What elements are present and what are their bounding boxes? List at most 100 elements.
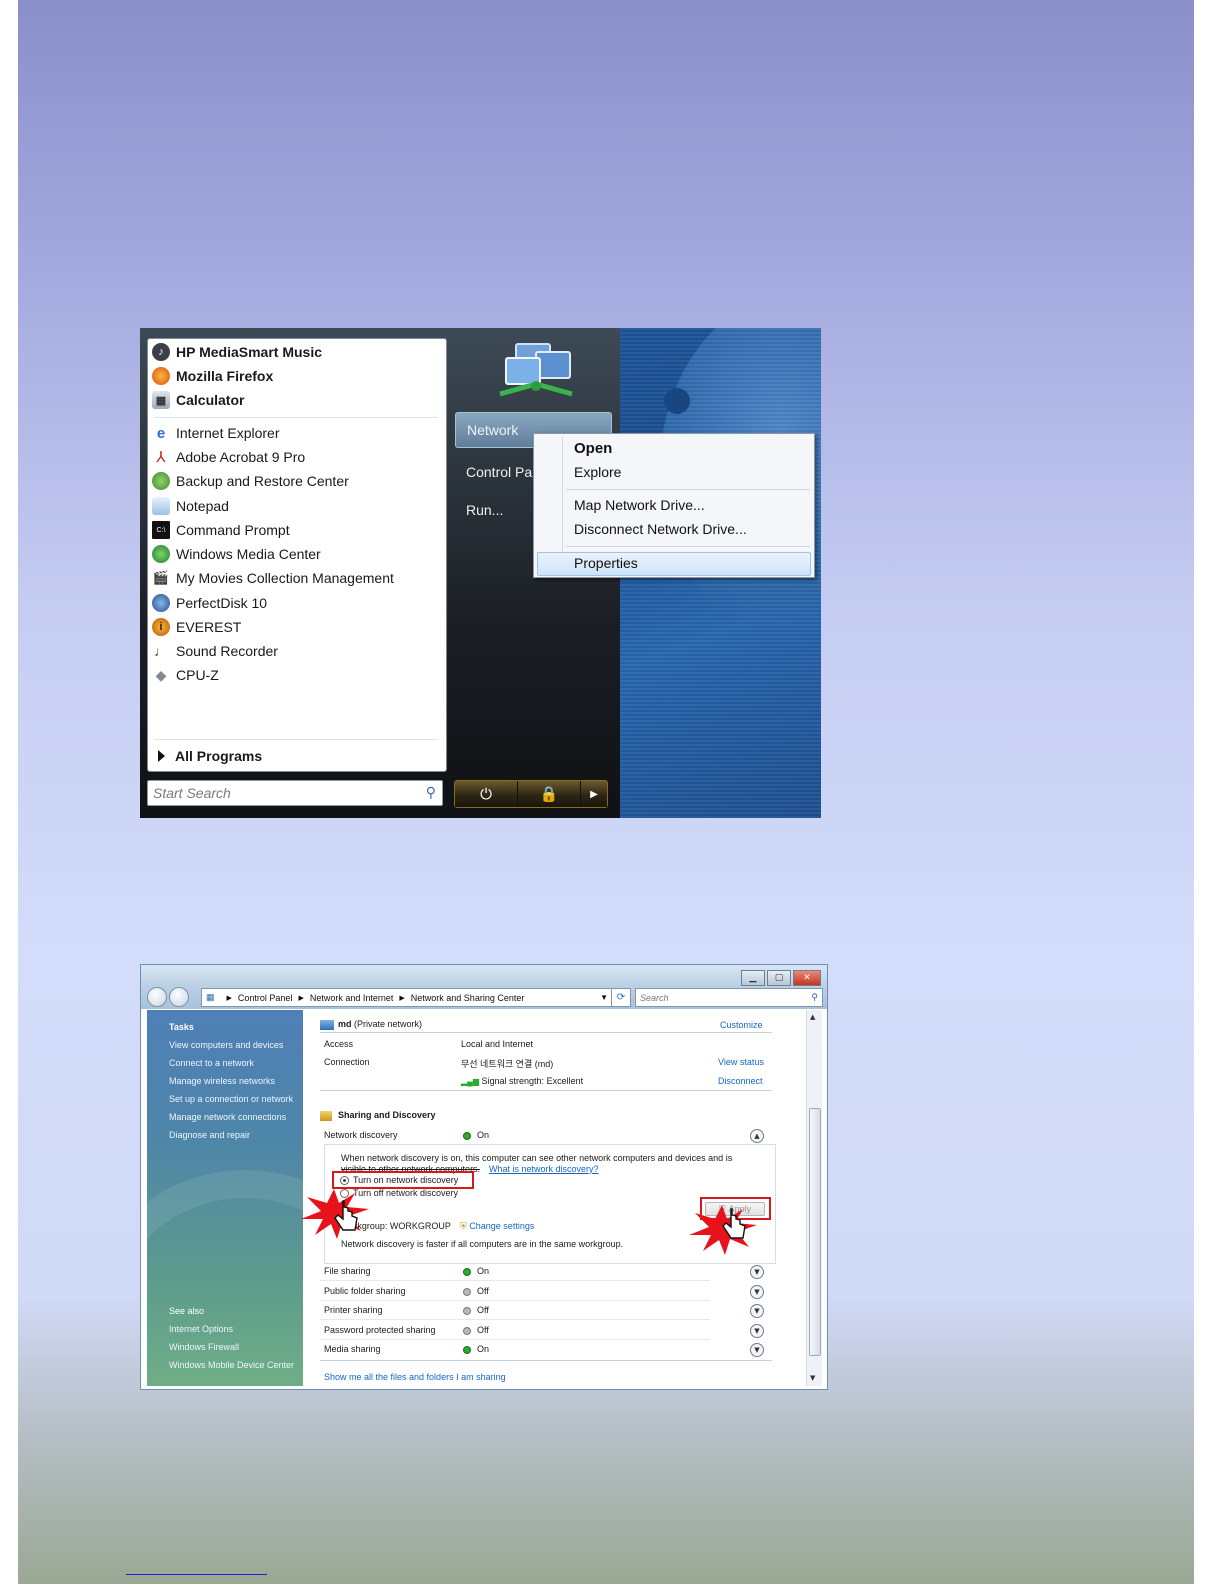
start-item-cpuz[interactable]: ◆ CPU-Z xyxy=(152,664,219,686)
chevron-down-icon[interactable]: ▼ xyxy=(750,1265,764,1279)
start-item-movies[interactable]: 🎬 My Movies Collection Management xyxy=(152,567,394,589)
status-off-icon xyxy=(463,1306,471,1315)
media-sharing-value: On xyxy=(477,1344,490,1354)
context-explore[interactable]: Explore xyxy=(574,461,621,483)
breadcrumb-network-sharing-center[interactable]: Network and Sharing Center xyxy=(411,993,525,1003)
start-item-label: Sound Recorder xyxy=(176,643,278,659)
control-panel-menu-item[interactable]: Control Pa xyxy=(455,457,532,487)
divider xyxy=(320,1339,710,1340)
hp-mediasmart-icon: ♪ xyxy=(152,343,170,361)
command-prompt-icon: C:\ xyxy=(152,521,170,539)
task-view-computers[interactable]: View computers and devices xyxy=(169,1040,283,1050)
divider xyxy=(320,1280,710,1281)
window-controls: ▁ ▢ ✕ xyxy=(739,970,821,986)
minimize-button[interactable]: ▁ xyxy=(741,970,765,986)
start-search-placeholder: Start Search xyxy=(153,785,231,801)
breadcrumb-control-panel[interactable]: Control Panel xyxy=(238,993,293,1003)
refresh-button[interactable]: ⟳ xyxy=(611,988,631,1007)
lock-button[interactable]: 🔒 xyxy=(518,781,581,807)
see-also-title: See also xyxy=(169,1306,205,1316)
task-manage-connections[interactable]: Manage network connections xyxy=(169,1112,286,1122)
shutdown-options-button[interactable]: ▶ xyxy=(581,781,607,807)
chevron-down-icon[interactable]: ▼ xyxy=(750,1324,764,1338)
network-name: md xyxy=(338,1019,352,1029)
start-menu-divider xyxy=(154,417,438,418)
context-disconnect-network-drive[interactable]: Disconnect Network Drive... xyxy=(574,518,747,540)
start-item-calculator[interactable]: ▦ Calculator xyxy=(152,389,244,411)
movies-icon: 🎬 xyxy=(152,570,170,585)
context-properties[interactable]: Properties xyxy=(574,552,638,574)
vertical-scrollbar[interactable]: ▲ ▼ xyxy=(806,1010,822,1386)
close-button[interactable]: ✕ xyxy=(793,970,821,986)
start-item-firefox[interactable]: Mozilla Firefox xyxy=(152,365,273,387)
media-sharing-status: On xyxy=(463,1344,489,1354)
start-menu-programs-pane: ♪ HP MediaSmart Music Mozilla Firefox ▦ … xyxy=(147,338,447,772)
show-shared-files-link[interactable]: Show me all the files and folders I am s… xyxy=(324,1372,506,1382)
start-item-label: EVEREST xyxy=(176,619,242,635)
disconnect-link[interactable]: Disconnect xyxy=(718,1076,763,1086)
window-search-input[interactable]: Search ⚲ xyxy=(635,988,823,1007)
start-item-internet-explorer[interactable]: e Internet Explorer xyxy=(152,422,280,444)
scroll-down-icon[interactable]: ▼ xyxy=(810,1374,815,1382)
forward-button[interactable] xyxy=(169,987,189,1007)
network-context-menu: Open Explore Map Network Drive... Discon… xyxy=(533,433,815,578)
start-item-label: CPU-Z xyxy=(176,667,219,683)
start-item-backup[interactable]: Backup and Restore Center xyxy=(152,470,349,492)
printer-sharing-label: Printer sharing xyxy=(324,1305,383,1315)
media-sharing-label: Media sharing xyxy=(324,1344,381,1354)
start-item-notepad[interactable]: Notepad xyxy=(152,495,229,517)
see-also-windows-firewall[interactable]: Windows Firewall xyxy=(169,1342,239,1352)
task-diagnose-repair[interactable]: Diagnose and repair xyxy=(169,1130,250,1140)
divider xyxy=(320,1319,710,1320)
maximize-button[interactable]: ▢ xyxy=(767,970,791,986)
start-item-command-prompt[interactable]: C:\ Command Prompt xyxy=(152,519,290,541)
context-open[interactable]: Open xyxy=(574,437,612,459)
signal-strength: ▂▄▆ Signal strength: Excellent xyxy=(461,1076,583,1086)
connection-label: Connection xyxy=(324,1057,370,1067)
task-connect-network[interactable]: Connect to a network xyxy=(169,1058,254,1068)
start-item-acrobat[interactable]: ⅄ Adobe Acrobat 9 Pro xyxy=(152,446,305,468)
back-button[interactable] xyxy=(147,987,167,1007)
breadcrumb-network-and-internet[interactable]: Network and Internet xyxy=(310,993,394,1003)
start-search-input[interactable]: Start Search ⚲ xyxy=(147,780,443,806)
start-item-hp-mediasmart[interactable]: ♪ HP MediaSmart Music xyxy=(152,341,322,363)
power-button[interactable]: ⏻ xyxy=(455,781,518,807)
file-sharing-label: File sharing xyxy=(324,1266,371,1276)
network-discovery-value: On xyxy=(477,1130,490,1140)
see-also-mobile-device-center[interactable]: Windows Mobile Device Center xyxy=(169,1360,294,1370)
network-label: Network xyxy=(467,422,519,438)
run-menu-item[interactable]: Run... xyxy=(455,495,503,525)
breadcrumb-arrow-icon: ▶ xyxy=(399,994,405,1002)
media-center-icon xyxy=(152,545,170,563)
task-setup-connection[interactable]: Set up a connection or network xyxy=(169,1094,293,1104)
address-bar[interactable]: ▦ ▶ Control Panel ▶ Network and Internet… xyxy=(201,988,613,1007)
chevron-down-icon[interactable]: ▼ xyxy=(750,1285,764,1299)
context-map-network-drive[interactable]: Map Network Drive... xyxy=(574,494,705,516)
start-item-perfectdisk[interactable]: PerfectDisk 10 xyxy=(152,592,267,614)
all-programs-button[interactable]: All Programs xyxy=(158,745,262,767)
scroll-thumb[interactable] xyxy=(809,1108,821,1356)
chevron-down-icon[interactable]: ▼ xyxy=(750,1304,764,1318)
start-item-media-center[interactable]: Windows Media Center xyxy=(152,543,321,565)
start-item-everest[interactable]: i EVEREST xyxy=(152,616,241,638)
chevron-down-icon[interactable]: ▼ xyxy=(600,993,608,1002)
refresh-icon: ⟳ xyxy=(616,992,626,1003)
acrobat-icon: ⅄ xyxy=(156,449,166,466)
window-titlebar: ▁ ▢ ✕ ▦ ▶ Control Panel ▶ Network and In… xyxy=(141,965,827,1009)
task-manage-wireless[interactable]: Manage wireless networks xyxy=(169,1076,275,1086)
start-item-label: My Movies Collection Management xyxy=(176,570,394,586)
customize-link[interactable]: Customize xyxy=(720,1020,763,1030)
start-item-sound-recorder[interactable]: ♩ Sound Recorder xyxy=(152,640,278,662)
see-also-internet-options[interactable]: Internet Options xyxy=(169,1324,233,1334)
chevron-down-icon[interactable]: ▼ xyxy=(750,1343,764,1357)
what-is-discovery-link[interactable]: What is network discovery? xyxy=(489,1164,599,1174)
network-icon xyxy=(320,1019,334,1030)
start-item-label: PerfectDisk 10 xyxy=(176,595,268,611)
scroll-up-icon[interactable]: ▲ xyxy=(810,1013,815,1021)
network-discovery-label: Network discovery xyxy=(324,1130,398,1140)
change-settings-link[interactable]: ⛨ Change settings xyxy=(460,1221,534,1232)
view-status-link[interactable]: View status xyxy=(718,1057,764,1067)
file-sharing-value: On xyxy=(477,1266,490,1276)
chevron-up-icon[interactable]: ▲ xyxy=(750,1129,764,1143)
public-folder-sharing-value: Off xyxy=(477,1286,489,1296)
